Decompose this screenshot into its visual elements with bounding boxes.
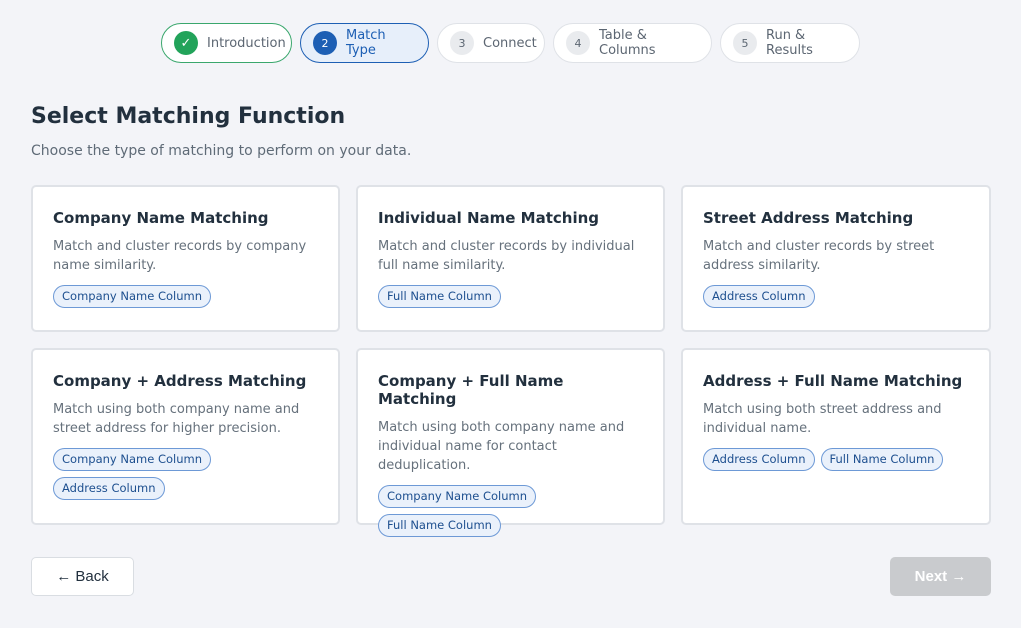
step-label: Table & Columns — [599, 28, 656, 58]
column-tag: Full Name Column — [378, 514, 501, 537]
card-title: Company + Address Matching — [53, 372, 307, 390]
card-individual-name-matching[interactable]: Individual Name Matching Match and clust… — [356, 185, 665, 332]
step-label: Introduction — [207, 35, 286, 51]
card-description: Match using both street address and indi… — [703, 402, 942, 436]
checkmark-icon: ✓ — [174, 31, 198, 55]
step-label: Run & Results — [766, 28, 813, 58]
card-tags: Address Column Full Name Column — [703, 448, 969, 471]
card-title: Street Address Matching — [703, 209, 914, 227]
card-title: Address + Full Name Matching — [703, 372, 963, 390]
card-tags: Company Name Column Full Name Column — [378, 485, 643, 537]
step-number: 4 — [566, 31, 590, 55]
column-tag: Company Name Column — [378, 485, 536, 508]
card-tags: Company Name Column — [53, 285, 318, 308]
card-description: Match and cluster records by individual … — [378, 239, 635, 273]
step-number: 3 — [450, 31, 474, 55]
step-number: 5 — [733, 31, 757, 55]
card-tags: Full Name Column — [378, 285, 643, 308]
step-label: Connect — [483, 35, 537, 51]
card-description: Match using both company name and indivi… — [378, 420, 625, 473]
card-title: Company + Full Name Matching — [378, 372, 564, 408]
step-match-type[interactable]: 2 Match Type — [300, 23, 429, 63]
column-tag: Full Name Column — [378, 285, 501, 308]
card-address-full-name-matching[interactable]: Address + Full Name Matching Match using… — [681, 348, 991, 525]
card-description: Match using both company name and street… — [53, 402, 300, 436]
step-number: 2 — [313, 31, 337, 55]
card-title: Individual Name Matching — [378, 209, 600, 227]
column-tag: Full Name Column — [820, 448, 944, 471]
step-run-results[interactable]: 5 Run & Results — [720, 23, 860, 63]
step-label: Match Type — [346, 28, 386, 58]
column-tag: Company Name Column — [53, 448, 211, 471]
card-company-name-matching[interactable]: Company Name Matching Match and cluster … — [31, 185, 340, 332]
back-button[interactable]: ← Back — [31, 557, 134, 596]
wizard-stepper: ✓ Introduction 2 Match Type 3 Connect 4 … — [0, 23, 1021, 63]
card-tags: Company Name Column Address Column — [53, 448, 318, 500]
step-table-columns[interactable]: 4 Table & Columns — [553, 23, 712, 63]
step-introduction[interactable]: ✓ Introduction — [161, 23, 292, 63]
page-title: Select Matching Function — [31, 104, 346, 129]
page-subtitle: Choose the type of matching to perform o… — [31, 143, 412, 159]
column-tag: Address Column — [703, 285, 815, 308]
column-tag: Company Name Column — [53, 285, 211, 308]
step-connect[interactable]: 3 Connect — [437, 23, 545, 63]
card-description: Match and cluster records by company nam… — [53, 239, 307, 273]
card-company-address-matching[interactable]: Company + Address Matching Match using b… — [31, 348, 340, 525]
card-company-full-name-matching[interactable]: Company + Full Name Matching Match using… — [356, 348, 665, 537]
next-button[interactable]: Next → — [890, 557, 991, 596]
card-tags: Address Column — [703, 285, 969, 308]
column-tag: Address Column — [53, 477, 165, 500]
card-title: Company Name Matching — [53, 209, 269, 227]
card-street-address-matching[interactable]: Street Address Matching Match and cluste… — [681, 185, 991, 332]
column-tag: Address Column — [703, 448, 815, 471]
card-description: Match and cluster records by street addr… — [703, 239, 935, 273]
